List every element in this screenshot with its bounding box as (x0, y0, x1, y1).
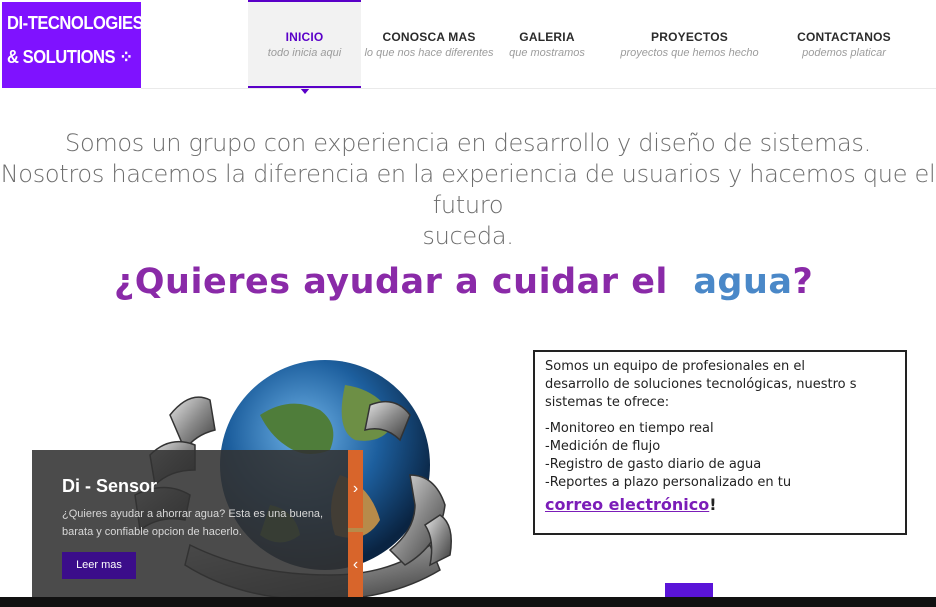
nav-item-galeria[interactable]: GALERIA que mostramos (497, 0, 597, 88)
nav-item-subtitle: todo inicia aqui (267, 47, 342, 59)
offer-item: -Reportes a plazo personalizado en tu (545, 475, 792, 490)
offer-line-2: desarrollo de soluciones tecnológicas, n… (545, 377, 857, 392)
offer-item: -Monitoreo en tiempo real (545, 421, 714, 436)
nav-item-subtitle: que mostramos (509, 47, 585, 59)
nav-item-conosca-mas[interactable]: CONOSCA MAS lo que nos hace diferentes (361, 0, 497, 88)
nav-item-proyectos[interactable]: PROYECTOS proyectos que hemos hecho (597, 0, 782, 88)
main-nav: INICIO todo inicia aqui CONOSCA MAS lo q… (248, 0, 906, 94)
intro-text: Somos un grupo con experiencia en desarr… (0, 128, 936, 252)
slide-title: Di - Sensor (62, 476, 158, 496)
headline-text: ¿Quieres ayudar a cuidar el (114, 262, 668, 302)
nav-item-title: INICIO (285, 30, 324, 44)
email-exclamation: ! (709, 495, 717, 514)
offer-item: -Registro de gasto diario de agua (545, 457, 762, 472)
slider-prev-button[interactable]: ‹ (348, 532, 363, 597)
slider-next-button[interactable]: › (348, 450, 363, 528)
offer-box: Somos un equipo de profesionales en el d… (533, 350, 907, 535)
logo-line-2: & SOLUTIONS ⁘ (7, 47, 133, 67)
nav-item-subtitle: proyectos que hemos hecho (620, 47, 759, 59)
email-link[interactable]: correo electrónico (545, 496, 709, 514)
intro-line-2: Nosotros hacemos la diferencia en la exp… (0, 160, 936, 219)
nav-item-subtitle: lo que nos hace diferentes (364, 47, 494, 59)
bottom-bar (0, 597, 936, 607)
site-logo[interactable]: DI-TECNOLOGIES & SOLUTIONS ⁘ (2, 2, 144, 88)
nav-item-title: CONTACTANOS (797, 30, 891, 44)
slide-description: ¿Quieres ayudar a ahorrar agua? Esta es … (62, 508, 324, 538)
nav-item-contactanos[interactable]: CONTACTANOS podemos platicar (782, 0, 906, 88)
nav-item-title: PROYECTOS (651, 30, 728, 44)
intro-line-1: Somos un grupo con experiencia en desarr… (65, 129, 871, 157)
offer-line-1: Somos un equipo de profesionales en el (545, 359, 806, 374)
offer-line-3: sistemas te ofrece: (545, 395, 670, 410)
nav-item-inicio[interactable]: INICIO todo inicia aqui (248, 0, 361, 94)
slide-caption: Di - Sensor ¿Quieres ayudar a ahorrar ag… (32, 450, 348, 597)
headline-question: ? (792, 262, 814, 302)
headline-agua: agua (693, 262, 793, 302)
intro-line-3: suceda. (422, 222, 514, 250)
nav-item-title: GALERIA (519, 30, 575, 44)
logo-line-1: DI-TECNOLOGIES (7, 13, 144, 33)
nav-item-subtitle: podemos platicar (802, 47, 886, 59)
read-more-button[interactable]: Leer mas (62, 552, 136, 579)
nav-item-title: CONOSCA MAS (382, 30, 476, 44)
banner-headline: ¿Quieres ayudar a cuidar el agua? (114, 262, 813, 302)
header-divider (141, 88, 936, 89)
offer-item: -Medición de flujo (545, 439, 661, 454)
